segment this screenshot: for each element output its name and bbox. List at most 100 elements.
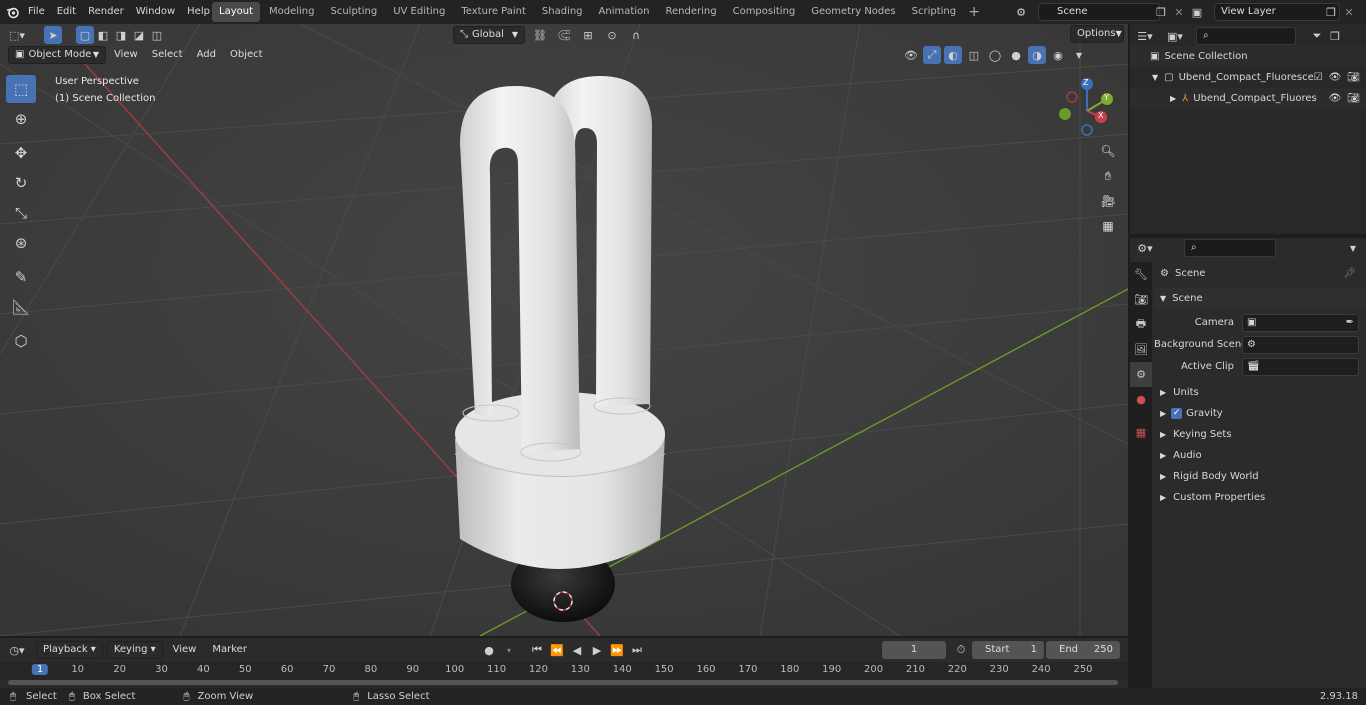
keying-sets-panel-header[interactable]: ▶ Keying Sets [1154, 424, 1366, 445]
xray-toggle-icon[interactable]: ◫ [965, 46, 983, 64]
object-mode-dropdown[interactable]: ▣ Object Mode ▼ [8, 46, 106, 64]
shading-wireframe-icon[interactable]: ◯ [986, 46, 1004, 64]
delete-scene-icon[interactable]: ✕ [1170, 3, 1188, 21]
end-frame-field[interactable]: End 250 [1046, 641, 1120, 659]
shading-material-icon[interactable]: ◑ [1028, 46, 1046, 64]
menu-file[interactable]: File [22, 2, 51, 22]
new-collection-icon[interactable]: ❐ [1326, 27, 1344, 45]
tab-uv-editing[interactable]: UV Editing [386, 2, 452, 22]
delete-view-layer-icon[interactable]: ✕ [1340, 3, 1358, 21]
start-frame-field[interactable]: Start 1 [972, 641, 1044, 659]
eye-icon[interactable]: 👁︎ [1329, 72, 1342, 83]
eyedropper-icon[interactable]: ✒ [1346, 317, 1354, 328]
scene-tab-icon[interactable]: ⚙ [1130, 362, 1152, 387]
eye-icon[interactable]: 👁︎ [1329, 93, 1342, 104]
gravity-checkbox[interactable]: ✓ [1171, 408, 1183, 419]
shading-solid-icon[interactable]: ● [1007, 46, 1025, 64]
play-icon[interactable]: ▶ [588, 641, 606, 659]
active-clip-field[interactable]: 🎬︎ [1242, 357, 1359, 376]
keyframe-options-icon[interactable]: ▾ [500, 641, 518, 659]
editor-type-icon[interactable]: ⬚▾ [8, 26, 26, 44]
select-tool-icon[interactable]: ➤ [44, 26, 62, 44]
jump-end-icon[interactable]: ⏭ [628, 641, 646, 659]
tab-texture-paint[interactable]: Texture Paint [454, 2, 533, 22]
tab-scripting[interactable]: Scripting [905, 2, 963, 22]
transform-tool-icon[interactable]: ⊛ [6, 229, 36, 257]
bulb-model[interactable] [454, 76, 666, 622]
select-mode-extend-icon[interactable]: ◧ [94, 26, 112, 44]
shading-options-icon[interactable]: ▼ [1070, 46, 1088, 64]
tab-geometry-nodes[interactable]: Geometry Nodes [804, 2, 902, 22]
measure-tool-icon[interactable]: 📐︎ [6, 293, 36, 321]
view-layer-selector-icon[interactable]: ▣ [1188, 3, 1206, 21]
transform-orientation-dropdown[interactable]: ⤡ Global ▼ [453, 26, 525, 44]
menu-help[interactable]: Help [181, 2, 216, 22]
view-layer-tab-icon[interactable]: 🖼︎ [1130, 337, 1152, 362]
scene-panel-header[interactable]: ▼ Scene [1154, 288, 1366, 309]
menu-window[interactable]: Window [130, 2, 181, 22]
options-dropdown[interactable]: Options ▼ [1070, 25, 1124, 43]
add-cube-tool-icon[interactable]: ⬡ [6, 327, 36, 355]
menu-render[interactable]: Render [82, 2, 130, 22]
timeline-marker-menu[interactable]: Marker [206, 641, 253, 659]
outliner-search-input[interactable]: ⌕ [1196, 27, 1296, 45]
timeline-scrollbar[interactable] [8, 680, 1118, 685]
camera-icon[interactable]: 📷︎ [1347, 72, 1360, 83]
jump-start-icon[interactable]: ⏮ [528, 641, 546, 659]
scene-name-field[interactable]: Scene [1038, 3, 1160, 21]
menu-add[interactable]: Add [191, 46, 222, 64]
background-scene-field[interactable]: ⚙ [1242, 335, 1359, 354]
new-scene-icon[interactable]: ❐ [1152, 3, 1170, 21]
cursor-tool-icon[interactable]: ⊕ [6, 105, 36, 133]
blender-logo-icon[interactable] [4, 3, 22, 21]
render-tab-icon[interactable]: 📷︎ [1130, 287, 1152, 312]
proportional-edit-icon[interactable]: ⊙ [603, 26, 621, 44]
rigid-body-world-panel-header[interactable]: ▶ Rigid Body World [1154, 466, 1366, 487]
snap-icon[interactable]: 🧲︎ [555, 26, 573, 44]
tab-modeling[interactable]: Modeling [262, 2, 322, 22]
timeline-editor-icon[interactable]: ◷▾ [8, 641, 26, 659]
menu-edit[interactable]: Edit [51, 2, 82, 22]
menu-view[interactable]: View [108, 46, 144, 64]
select-mode-subtract-icon[interactable]: ◨ [112, 26, 130, 44]
add-workspace-icon[interactable]: + [965, 3, 983, 21]
current-frame-field[interactable]: 1 [882, 641, 946, 659]
keying-dropdown[interactable]: Keying ▾ [106, 641, 163, 659]
pivot-point-icon[interactable]: ⛓ [531, 26, 549, 44]
scene-selector-icon[interactable]: ⚙ [1012, 3, 1030, 21]
outliner-item[interactable]: ▼ ▢ Ubend_Compact_Fluorescent ☑ 👁︎ 📷︎ [1130, 67, 1366, 88]
outliner-root-row[interactable]: ▣ Scene Collection [1130, 46, 1366, 67]
timeline-view-menu[interactable]: View [167, 641, 203, 659]
tab-shading[interactable]: Shading [535, 2, 590, 22]
shading-rendered-icon[interactable]: ◉ [1049, 46, 1067, 64]
play-reverse-icon[interactable]: ◀ [568, 641, 586, 659]
grid-view-icon[interactable]: ▦ [1097, 215, 1119, 237]
pan-hand-icon[interactable]: ✋︎ [1097, 165, 1119, 187]
expand-arrow-icon[interactable]: ▼ [1152, 73, 1158, 82]
gravity-panel-header[interactable]: ▶ ✓ Gravity [1154, 403, 1366, 424]
new-view-layer-icon[interactable]: ❐ [1322, 3, 1340, 21]
zoom-icon[interactable]: 🔍︎ [1097, 140, 1119, 162]
units-panel-header[interactable]: ▶ Units [1154, 382, 1366, 403]
overlay-toggle-icon[interactable]: ◐ [944, 46, 962, 64]
display-mode-icon[interactable]: ▣▾ [1166, 27, 1184, 45]
tab-compositing[interactable]: Compositing [726, 2, 803, 22]
tab-layout[interactable]: Layout [212, 2, 260, 22]
snap-target-icon[interactable]: ⊞ [579, 26, 597, 44]
pin-icon[interactable]: 📌︎ [1343, 268, 1356, 279]
select-box-tool-icon[interactable]: ⬚ [6, 75, 36, 103]
camera-icon[interactable]: 📷︎ [1347, 93, 1360, 104]
select-mode-intersect-icon[interactable]: ◫ [148, 26, 166, 44]
custom-properties-panel-header[interactable]: ▶ Custom Properties [1154, 487, 1366, 508]
outliner-editor-icon[interactable]: ☰▾ [1136, 27, 1154, 45]
exclude-checkbox-icon[interactable]: ☑ [1314, 72, 1323, 83]
properties-search-input[interactable]: ⌕ [1184, 239, 1276, 257]
outliner-item[interactable]: ▶ ⅄ Ubend_Compact_Fluores 👁︎ 📷︎ [1130, 88, 1366, 109]
expand-arrow-icon[interactable]: ▶ [1170, 94, 1176, 103]
rotate-tool-icon[interactable]: ↻ [6, 169, 36, 197]
tab-sculpting[interactable]: Sculpting [324, 2, 385, 22]
tool-tab-icon[interactable]: 🔧︎ [1130, 262, 1152, 287]
camera-field[interactable]: ▣ ✒ [1242, 313, 1359, 332]
tab-rendering[interactable]: Rendering [659, 2, 724, 22]
visibility-icon[interactable]: 👁︎ [902, 46, 920, 64]
